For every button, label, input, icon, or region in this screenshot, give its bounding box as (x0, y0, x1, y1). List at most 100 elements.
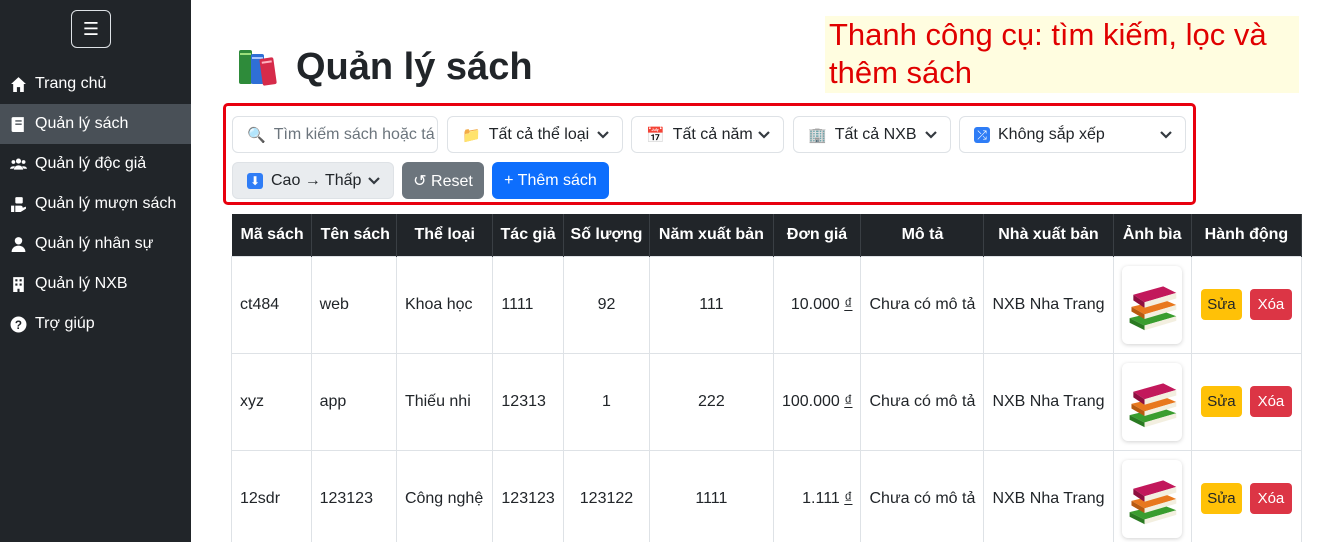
cell-quantity: 123122 (562, 449, 651, 542)
book-cover-image (1122, 459, 1183, 538)
arrow-down-icon: ⬇ (247, 172, 263, 189)
cell-category: Thiếu nhi (395, 352, 494, 451)
cell-category: Khoa học (395, 255, 494, 354)
cell-name: app (310, 352, 397, 451)
books-table: Mã sách Tên sách Thể loại Tác giả Số lượ… (231, 214, 1303, 542)
cell-cover (1112, 255, 1192, 354)
table-row: ct484 web Khoa học 1111 92 111 10.000 ₫ … (231, 255, 1303, 354)
hand-book-icon (8, 194, 28, 214)
publisher-filter-value: Tất cả NXB (834, 125, 917, 143)
building-icon (8, 274, 28, 294)
sort-order-select[interactable]: ⬇ Cao → Thấp (232, 162, 394, 199)
cell-price: 1.111 ₫ (772, 449, 862, 542)
delete-button[interactable]: Xóa (1249, 483, 1292, 514)
cell-quantity: 92 (562, 255, 651, 354)
sidebar-item-home[interactable]: Trang chủ (0, 64, 191, 104)
currency-symbol: ₫ (844, 392, 853, 410)
sidebar-item-label: Quản lý độc giả (35, 155, 147, 172)
cell-actions: Sửa Xóa (1190, 352, 1303, 451)
cell-id: 12sdr (231, 449, 312, 542)
column-header-author[interactable]: Tác giả (492, 214, 564, 256)
sidebar-item-label: Quản lý NXB (35, 275, 128, 292)
books-stack-icon (1129, 479, 1177, 524)
column-header-price[interactable]: Đơn giá (773, 214, 862, 256)
sidebar-item-borrow[interactable]: Quản lý mượn sách (0, 184, 191, 224)
delete-button[interactable]: Xóa (1249, 386, 1292, 417)
year-filter-select[interactable]: 📅 Tất cả năm (631, 116, 784, 153)
sidebar: ☰ Trang chủ Quản lý sách Quản lý độc giả… (0, 0, 191, 542)
table-row: 12sdr 123123 Công nghệ 123123 123122 111… (231, 449, 1303, 542)
delete-button[interactable]: Xóa (1249, 289, 1292, 320)
column-header-actions: Hành động (1191, 214, 1303, 256)
chevron-down-icon (924, 127, 938, 141)
category-filter-value: Tất cả thể loại (488, 125, 590, 143)
cell-year: 222 (649, 352, 774, 451)
column-header-quantity[interactable]: Số lượng (563, 214, 651, 256)
cell-author: 1111 (492, 255, 564, 354)
cell-cover (1112, 352, 1192, 451)
cell-price: 10.000 ₫ (772, 255, 862, 354)
sidebar-item-label: Quản lý nhân sự (35, 235, 154, 252)
chevron-down-icon (596, 127, 610, 141)
cell-id: ct484 (231, 255, 312, 354)
page-title: Quản lý sách (236, 44, 533, 90)
search-box[interactable]: 🔍 (232, 116, 439, 153)
chevron-down-icon (367, 173, 381, 187)
column-header-description[interactable]: Mô tả (860, 214, 985, 256)
column-header-cover: Ảnh bìa (1113, 214, 1192, 256)
help-icon: ? (8, 314, 28, 334)
cell-author: 123123 (492, 449, 564, 542)
calendar-icon: 📅 (646, 126, 665, 144)
column-header-name[interactable]: Tên sách (311, 214, 397, 256)
cell-name: 123123 (310, 449, 397, 542)
user-icon (8, 234, 28, 254)
home-icon (8, 74, 28, 94)
sort-field-select[interactable]: ⤮ Không sắp xếp (959, 116, 1186, 153)
add-book-button[interactable]: + Thêm sách (492, 162, 609, 199)
publisher-filter-select[interactable]: 🏢 Tất cả NXB (793, 116, 951, 153)
search-icon: 🔍 (247, 126, 266, 144)
cell-actions: Sửa Xóa (1190, 255, 1303, 354)
cell-description: Chưa có mô tả (860, 352, 985, 451)
office-building-icon: 🏢 (808, 126, 827, 144)
cell-name: web (310, 255, 397, 354)
sort-order-value: Cao → Thấp (271, 171, 362, 189)
year-filter-value: Tất cả năm (672, 125, 753, 143)
cell-year: 1111 (649, 449, 774, 542)
cell-publisher: NXB Nha Trang (983, 352, 1114, 451)
sidebar-nav: Trang chủ Quản lý sách Quản lý độc giả Q… (0, 64, 191, 344)
sidebar-item-books[interactable]: Quản lý sách (0, 104, 191, 144)
sidebar-item-label: Trợ giúp (35, 315, 95, 332)
sidebar-item-readers[interactable]: Quản lý độc giả (0, 144, 191, 184)
sidebar-item-help[interactable]: ? Trợ giúp (0, 304, 191, 344)
sidebar-item-staff[interactable]: Quản lý nhân sự (0, 224, 191, 264)
cell-quantity: 1 (562, 352, 651, 451)
cell-publisher: NXB Nha Trang (983, 255, 1114, 354)
column-header-publisher[interactable]: Nhà xuất bản (983, 214, 1114, 256)
cell-id: xyz (231, 352, 312, 451)
cell-year: 111 (649, 255, 774, 354)
column-header-id[interactable]: Mã sách (231, 214, 312, 256)
column-header-category[interactable]: Thể loại (396, 214, 494, 256)
sidebar-item-label: Quản lý sách (35, 115, 129, 132)
chevron-down-icon (1159, 127, 1173, 141)
sort-field-value: Không sắp xếp (998, 125, 1105, 143)
cell-category: Công nghệ (395, 449, 494, 542)
chevron-down-icon (757, 127, 771, 141)
edit-button[interactable]: Sửa (1200, 289, 1242, 320)
category-filter-select[interactable]: 📁 Tất cả thể loại (447, 116, 623, 153)
edit-button[interactable]: Sửa (1200, 483, 1242, 514)
cell-author: 12313 (492, 352, 564, 451)
reset-button[interactable]: ↺ Reset (402, 162, 484, 199)
cell-actions: Sửa Xóa (1190, 449, 1303, 542)
table-row: xyz app Thiếu nhi 12313 1 222 100.000 ₫ … (231, 352, 1303, 451)
shuffle-icon: ⤮ (974, 126, 990, 143)
sidebar-item-publishers[interactable]: Quản lý NXB (0, 264, 191, 304)
folder-icon: 📁 (462, 126, 481, 144)
sidebar-toggle-button[interactable]: ☰ (71, 10, 111, 48)
edit-button[interactable]: Sửa (1200, 386, 1242, 417)
books-stack-icon (1129, 285, 1177, 330)
currency-symbol: ₫ (844, 295, 853, 313)
search-input[interactable] (273, 125, 439, 144)
column-header-year[interactable]: Năm xuất bản (649, 214, 774, 256)
